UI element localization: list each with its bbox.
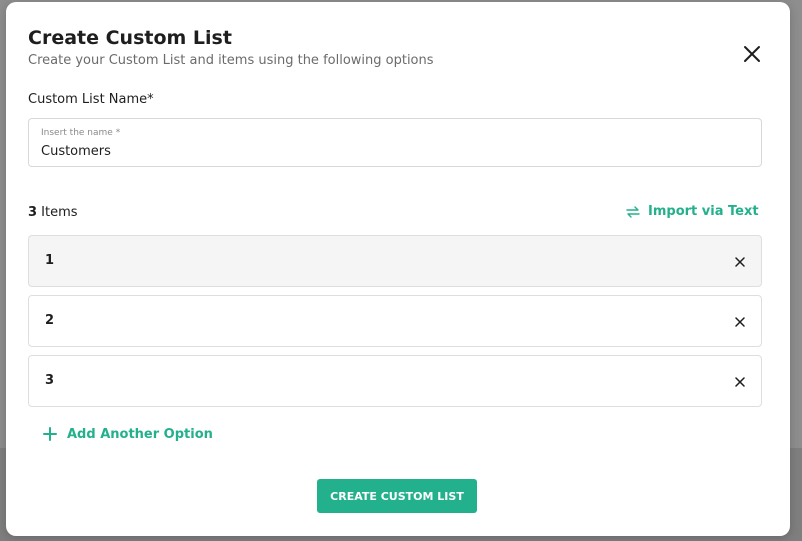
- items-count-suffix: Items: [37, 205, 78, 220]
- close-button[interactable]: [740, 42, 764, 66]
- list-item-label: 2: [45, 313, 55, 328]
- swap-arrows-icon: [626, 205, 640, 218]
- close-icon: [735, 317, 745, 327]
- remove-item-button[interactable]: [733, 374, 747, 388]
- custom-list-name-label: Custom List Name*: [28, 92, 154, 107]
- list-item-label: 3: [45, 373, 55, 388]
- modal-title: Create Custom List: [28, 27, 232, 49]
- modal-subtitle: Create your Custom List and items using …: [28, 53, 434, 68]
- import-via-text-button[interactable]: Import via Text: [626, 204, 759, 219]
- close-icon: [735, 377, 745, 387]
- items-count-number: 3: [28, 205, 38, 220]
- plus-icon: [43, 427, 57, 441]
- items-count: 3 Items: [28, 205, 78, 220]
- list-item[interactable]: 1: [28, 235, 762, 287]
- create-custom-list-modal: Create Custom List Create your Custom Li…: [6, 2, 790, 536]
- name-field-value[interactable]: Customers: [41, 144, 111, 159]
- close-icon: [744, 46, 760, 62]
- remove-item-button[interactable]: [733, 254, 747, 268]
- custom-list-name-field[interactable]: Insert the name * Customers: [28, 118, 762, 167]
- import-via-text-label: Import via Text: [648, 204, 759, 219]
- list-item[interactable]: 2: [28, 295, 762, 347]
- create-custom-list-button[interactable]: CREATE CUSTOM LIST: [317, 479, 477, 513]
- close-icon: [735, 257, 745, 267]
- list-item-label: 1: [45, 253, 55, 268]
- add-another-option-label: Add Another Option: [67, 426, 213, 442]
- remove-item-button[interactable]: [733, 314, 747, 328]
- name-field-floating-label: Insert the name *: [41, 128, 121, 138]
- add-another-option-button[interactable]: Add Another Option: [42, 426, 213, 442]
- list-item[interactable]: 3: [28, 355, 762, 407]
